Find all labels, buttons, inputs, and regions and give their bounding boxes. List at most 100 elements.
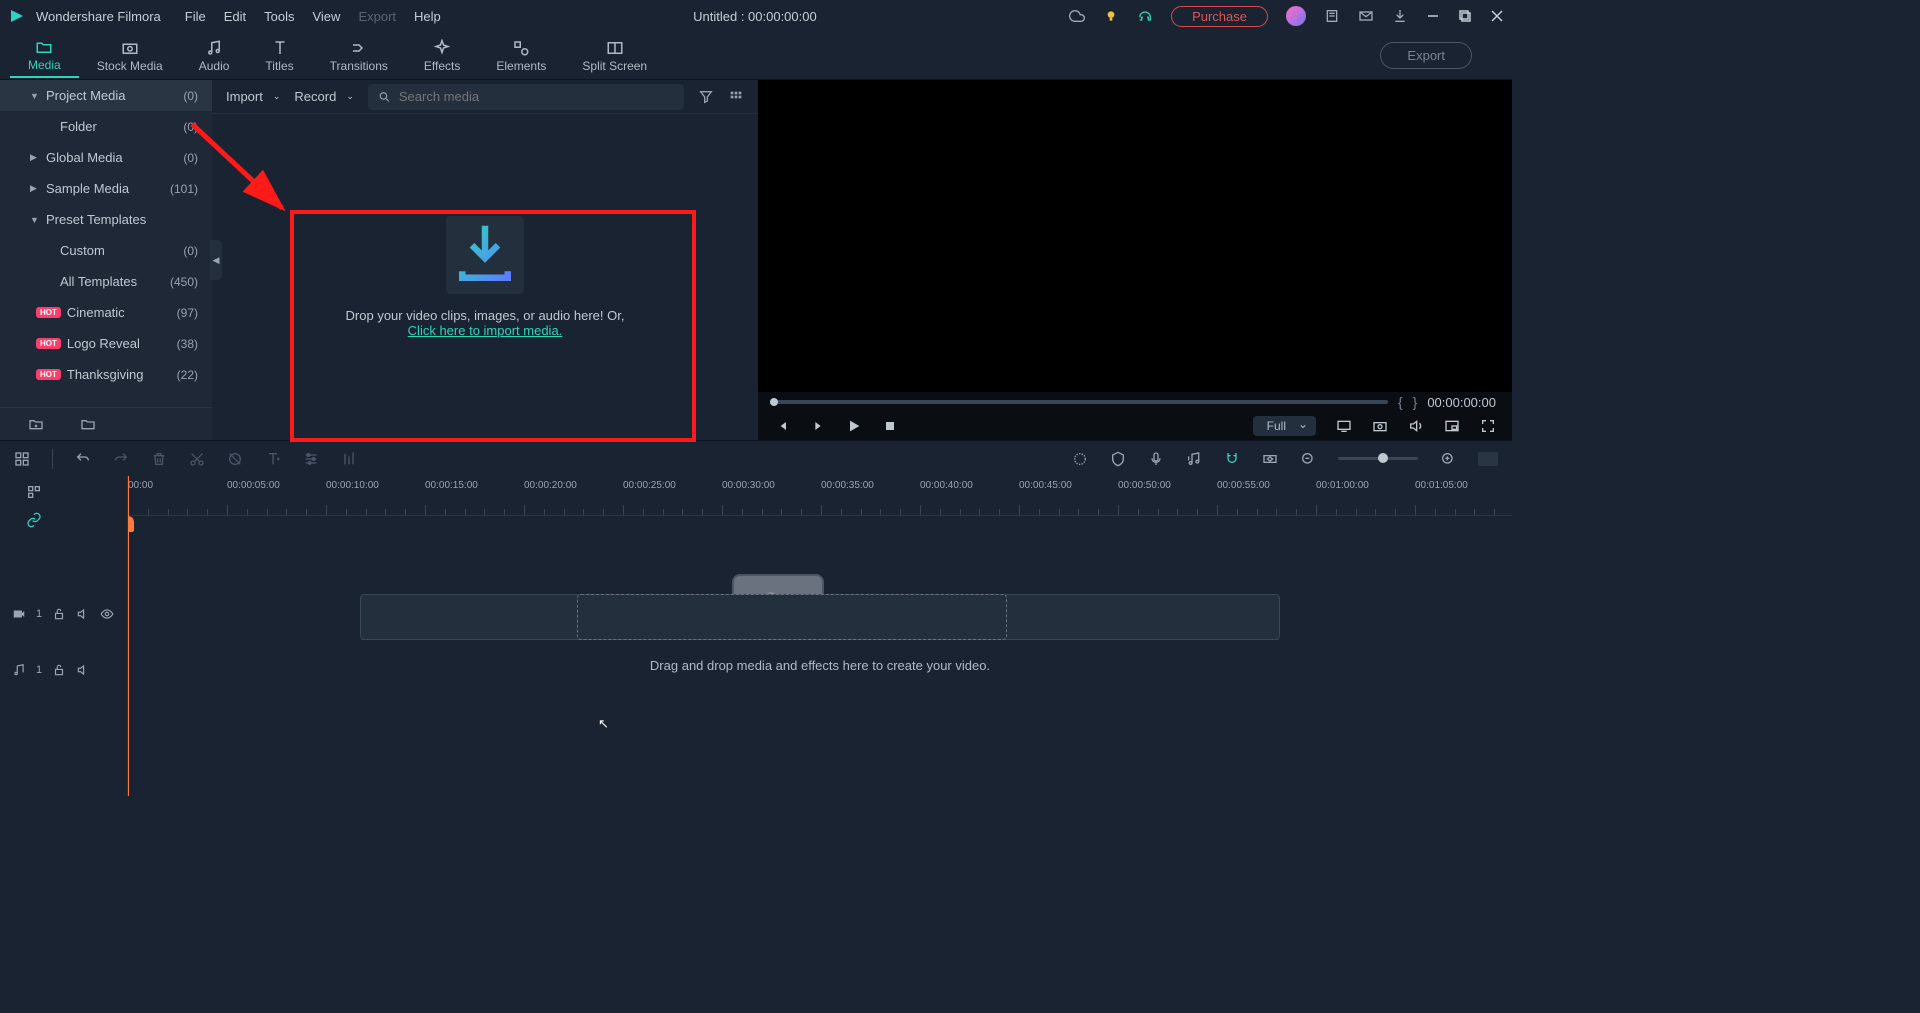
audio-mixer-icon[interactable] [1186,451,1202,467]
eye-icon[interactable] [100,607,114,621]
expand-icon[interactable]: ▶ [30,152,40,163]
link-icon[interactable] [26,512,42,528]
search-media[interactable] [368,84,684,110]
minimize-button[interactable] [1426,9,1440,23]
menu-export[interactable]: Export [358,9,396,24]
quality-dropdown[interactable]: Full [1253,416,1316,436]
mark-out-bracket[interactable]: } [1413,394,1418,410]
keyframe-icon[interactable] [1262,451,1278,467]
zoom-out-button[interactable] [1300,451,1316,467]
step-back-button[interactable] [810,418,826,434]
equalizer-button[interactable] [341,451,357,467]
sidebar-item[interactable]: ▶Global Media(0) [0,142,212,173]
tab-titles[interactable]: Titles [247,35,311,77]
crop-button[interactable] [227,451,243,467]
export-button[interactable]: Export [1380,42,1472,69]
search-input[interactable] [399,89,674,104]
tab-stock-media[interactable]: Stock Media [79,35,181,77]
sidebar-item[interactable]: HOTThanksgiving(22) [0,359,212,390]
new-folder-icon[interactable] [28,416,44,432]
zoom-in-button[interactable] [1440,451,1456,467]
grid-view-icon[interactable] [728,89,744,105]
expand-icon[interactable]: ▼ [30,215,40,225]
mark-in-bracket[interactable]: { [1398,394,1403,410]
folder-open-icon[interactable] [80,416,96,432]
mute-icon[interactable] [76,607,90,621]
sidebar-item[interactable]: Custom(0) [0,235,212,266]
tab-media[interactable]: Media [10,34,79,78]
video-track-head[interactable]: 1 [0,586,127,642]
mute-icon[interactable] [76,663,90,677]
import-dropdown[interactable]: Import⌄ [226,89,280,104]
tracks-area[interactable]: 00:0000:00:05:0000:00:10:0000:00:15:0000… [128,476,1512,796]
menu-help[interactable]: Help [414,9,441,24]
audio-track-head[interactable]: 1 [0,642,127,698]
tab-split-screen[interactable]: Split Screen [564,35,665,77]
playhead[interactable] [128,476,129,796]
play-button[interactable] [846,418,862,434]
sidebar-item[interactable]: HOTLogo Reveal(38) [0,328,212,359]
media-drop-area[interactable]: Drop your video clips, images, or audio … [212,114,758,440]
voiceover-icon[interactable] [1148,451,1164,467]
snapshot-icon[interactable] [1372,418,1388,434]
preview-viewport[interactable] [758,80,1512,392]
menu-file[interactable]: File [185,9,206,24]
project-title: Untitled : 00:00:00:00 [441,9,1069,24]
close-button[interactable] [1490,9,1504,23]
tab-elements[interactable]: Elements [478,35,564,77]
record-dropdown[interactable]: Record⌄ [294,89,353,104]
sidebar-item[interactable]: Folder(0) [0,111,212,142]
stop-button[interactable] [882,418,898,434]
sidebar-item-label: Custom [60,243,105,258]
cut-button[interactable] [189,451,205,467]
lock-icon[interactable] [52,663,66,677]
volume-icon[interactable] [1408,418,1424,434]
tab-transitions[interactable]: Transitions [312,35,406,77]
sidebar-item[interactable]: HOTCinematic(97) [0,297,212,328]
sidebar-item[interactable]: ▼Project Media(0) [0,80,212,111]
lock-icon[interactable] [52,607,66,621]
mail-icon[interactable] [1358,8,1374,24]
timeline-drop-zone[interactable]: ✋ Drag and drop media and effects here t… [360,594,1280,673]
menu-view[interactable]: View [312,9,340,24]
filter-icon[interactable] [698,89,714,105]
tab-audio[interactable]: Audio [181,35,248,77]
import-link[interactable]: Click here to import media. [408,323,563,338]
zoom-fit-button[interactable] [1478,452,1498,466]
pip-icon[interactable] [1444,418,1460,434]
select-all-icon[interactable] [26,484,42,500]
expand-icon[interactable]: ▼ [30,91,40,101]
text-add-button[interactable] [265,451,281,467]
maximize-button[interactable] [1458,9,1472,23]
menu-tools[interactable]: Tools [264,9,294,24]
marker-icon[interactable] [1110,451,1126,467]
undo-button[interactable] [75,451,91,467]
display-icon[interactable] [1336,418,1352,434]
cloud-icon[interactable] [1069,8,1085,24]
layout-icon[interactable] [14,451,30,467]
delete-button[interactable] [151,451,167,467]
headset-icon[interactable] [1137,8,1153,24]
prev-frame-button[interactable] [774,418,790,434]
time-ruler[interactable]: 00:0000:00:05:0000:00:10:0000:00:15:0000… [128,476,1512,516]
tab-effects[interactable]: Effects [406,35,478,77]
redo-button[interactable] [113,451,129,467]
sidebar-item-count: (97) [177,306,198,320]
sidebar-item[interactable]: All Templates(450) [0,266,212,297]
lightbulb-icon[interactable] [1103,8,1119,24]
sidebar-item-count: (450) [170,275,198,289]
menu-edit[interactable]: Edit [224,9,246,24]
adjust-button[interactable] [303,451,319,467]
fullscreen-icon[interactable] [1480,418,1496,434]
magnet-icon[interactable] [1224,451,1240,467]
download-icon[interactable] [1392,8,1408,24]
render-icon[interactable] [1072,451,1088,467]
sidebar-item[interactable]: ▼Preset Templates [0,204,212,235]
notes-icon[interactable] [1324,8,1340,24]
avatar[interactable] [1286,6,1306,26]
expand-icon[interactable]: ▶ [30,183,40,194]
zoom-slider[interactable] [1338,457,1418,460]
preview-scrubber[interactable] [774,400,1388,404]
purchase-button[interactable]: Purchase [1171,6,1268,27]
sidebar-item[interactable]: ▶Sample Media(101) [0,173,212,204]
